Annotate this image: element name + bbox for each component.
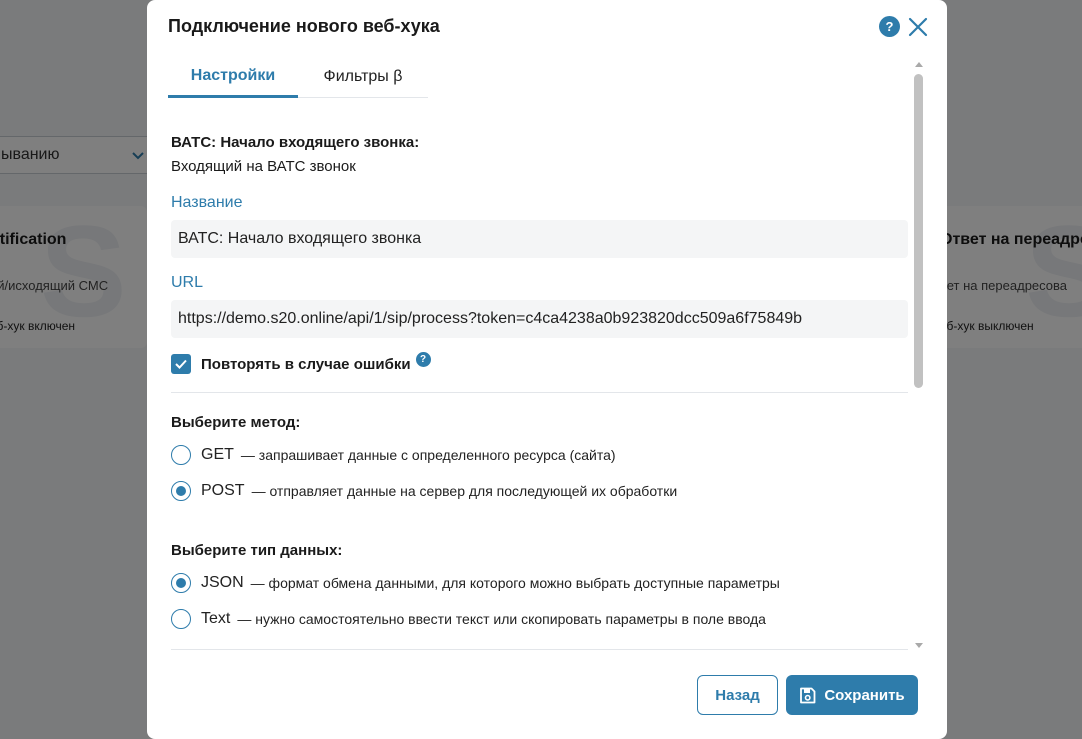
method-option-get[interactable]: GET — запрашивает данные с определенного…	[171, 445, 616, 465]
data-type-section-title: Выберите тип данных:	[171, 542, 343, 559]
method-description: — запрашивает данные с определенного рес…	[240, 447, 616, 463]
retry-label: Повторять в случае ошибки	[201, 355, 411, 373]
data-type-option-text[interactable]: Text — нужно самостоятельно ввести текст…	[171, 609, 766, 629]
method-name: POST	[201, 482, 245, 499]
scroll-up-arrow-icon[interactable]	[915, 62, 923, 67]
method-name: GET	[201, 446, 234, 463]
radio-button[interactable]	[171, 481, 191, 501]
checkmark-icon	[175, 359, 187, 369]
name-input[interactable]: ВАТС: Начало входящего звонка	[171, 220, 908, 258]
radio-selected-dot	[176, 578, 186, 588]
close-icon[interactable]	[906, 15, 930, 39]
name-label: Название	[171, 194, 243, 211]
event-description: Входящий на ВАТС звонок	[171, 158, 356, 175]
save-button-label: Сохранить	[824, 686, 905, 704]
retry-option: Повторять в случае ошибки ?	[171, 351, 431, 374]
help-icon[interactable]: ?	[879, 16, 900, 37]
url-label: URL	[171, 274, 204, 291]
modal-tabs: Настройки Фильтры β	[168, 56, 428, 98]
data-type-name: Text	[201, 610, 231, 627]
scroll-down-arrow-icon[interactable]	[915, 643, 923, 648]
radio-button[interactable]	[171, 609, 191, 629]
floppy-disk-icon	[800, 687, 816, 703]
data-type-description: — нужно самостоятельно ввести текст или …	[237, 611, 766, 627]
webhook-modal: Подключение нового веб-хука ? Настройки …	[147, 0, 947, 739]
divider	[171, 649, 908, 650]
radio-selected-dot	[176, 486, 186, 496]
modal-title: Подключение нового веб-хука	[168, 16, 440, 36]
tab-settings[interactable]: Настройки	[168, 56, 298, 98]
method-option-post[interactable]: POST — отправляет данные на сервер для п…	[171, 481, 677, 501]
radio-button[interactable]	[171, 445, 191, 465]
data-type-description: — формат обмена данными, для которого мо…	[250, 575, 780, 591]
method-section-title: Выберите метод:	[171, 414, 301, 431]
tab-filters[interactable]: Фильтры β	[298, 56, 428, 98]
scroll-thumb[interactable]	[914, 74, 923, 388]
save-button[interactable]: Сохранить	[786, 675, 918, 715]
content-scrollbar[interactable]	[912, 58, 926, 652]
help-icon[interactable]: ?	[415, 351, 431, 367]
url-input[interactable]: https://demo.s20.online/api/1/sip/proces…	[171, 300, 908, 338]
data-type-option-json[interactable]: JSON — формат обмена данными, для которо…	[171, 573, 780, 593]
event-name: ВАТС: Начало входящего звонка:	[171, 134, 420, 151]
divider	[171, 392, 908, 393]
radio-button[interactable]	[171, 573, 191, 593]
modal-content: ВАТС: Начало входящего звонка: Входящий …	[171, 100, 911, 652]
method-description: — отправляет данные на сервер для послед…	[251, 483, 678, 499]
back-button[interactable]: Назад	[697, 675, 778, 715]
data-type-name: JSON	[201, 574, 244, 591]
retry-checkbox[interactable]	[171, 354, 191, 374]
